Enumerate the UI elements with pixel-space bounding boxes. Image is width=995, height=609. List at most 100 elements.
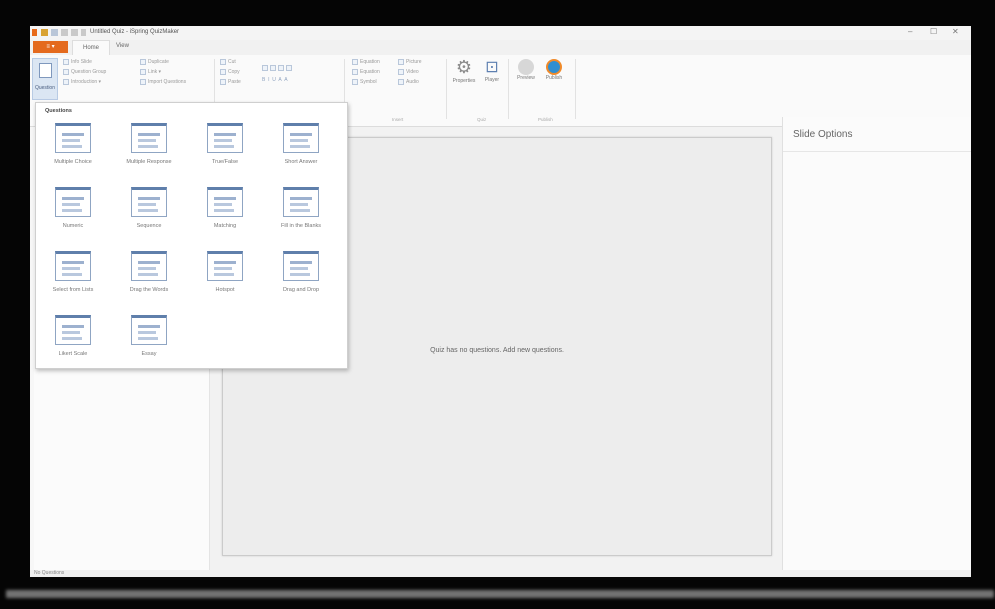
slide-options-title: Slide Options (793, 129, 853, 140)
fill-in-the-blanks-icon (283, 187, 319, 217)
close-button[interactable]: ✕ (952, 27, 959, 36)
gear-icon: ⚙ (455, 57, 473, 77)
link-icon (140, 69, 146, 75)
insert-picture-button[interactable]: Picture (398, 59, 422, 65)
equation-icon (352, 59, 358, 65)
drag-and-drop-icon (283, 251, 319, 281)
status-text: No Questions (34, 570, 65, 576)
hotspot-icon (207, 251, 243, 281)
redo-icon[interactable] (71, 29, 78, 36)
publish-button[interactable]: Publish (542, 59, 566, 81)
numeric-icon (55, 187, 91, 217)
question-type-fill-in-the-blanks[interactable]: Fill in the Blanks (271, 187, 331, 229)
ribbon-separator (508, 59, 509, 119)
group-label-publish: Publish (538, 117, 553, 122)
preview-icon (518, 59, 534, 75)
window-title: Untitled Quiz - iSpring QuizMaker (90, 29, 180, 35)
cut-button[interactable]: Cut (220, 59, 236, 65)
question-type-short-answer[interactable]: Short Answer (271, 123, 331, 165)
essay-icon (131, 315, 167, 345)
publish-globe-icon (546, 59, 562, 75)
import-icon (140, 79, 146, 85)
tab-view[interactable]: View (116, 43, 129, 49)
copy-button[interactable]: Copy (220, 69, 240, 75)
question-type-numeric[interactable]: Numeric (43, 187, 103, 229)
group-label-quiz: Quiz (477, 117, 487, 122)
questions-menu-title: Questions (45, 108, 72, 114)
question-type-drag-the-words[interactable]: Drag the Words (119, 251, 179, 293)
minimize-button[interactable]: – (908, 27, 912, 36)
font-format-buttons[interactable]: B I U A A (262, 77, 288, 83)
title-bar: Untitled Quiz - iSpring QuizMaker – ☐ ✕ (30, 26, 971, 40)
question-icon (39, 63, 52, 78)
video-icon (398, 69, 404, 75)
insert-video-button[interactable]: Video (398, 69, 419, 75)
preview-button[interactable]: Preview (514, 59, 538, 81)
maximize-button[interactable]: ☐ (930, 27, 937, 36)
import-questions-button[interactable]: Import Questions (140, 79, 186, 85)
question-type-multiple-response[interactable]: Multiple Response (119, 123, 179, 165)
insert-symbol-button[interactable]: Symbol (352, 79, 377, 85)
app-window: Untitled Quiz - iSpring QuizMaker – ☐ ✕ … (30, 26, 971, 577)
cut-icon (220, 59, 226, 65)
customize-toolbar-icon[interactable] (81, 29, 86, 36)
question-button-label: Question (34, 85, 55, 91)
player-button[interactable]: ⊡ Player (480, 57, 504, 83)
info-slide-icon (63, 59, 69, 65)
introduction-button[interactable]: Introduction ▾ (63, 79, 101, 85)
question-type-true-false[interactable]: True/False (195, 123, 255, 165)
question-type-select-from-lists[interactable]: Select from Lists (43, 251, 103, 293)
file-tab[interactable]: ≡ ▾ (33, 41, 68, 53)
short-answer-icon (283, 123, 319, 153)
divider (783, 151, 971, 152)
open-icon[interactable] (41, 29, 48, 36)
insert-equation-button[interactable]: Equation (352, 59, 380, 65)
player-icon: ⊡ (485, 59, 499, 76)
likert-scale-icon (55, 315, 91, 345)
app-logo-icon (32, 29, 37, 36)
questions-dropdown: Questions Multiple Choice Multiple Respo… (35, 102, 348, 369)
question-type-essay[interactable]: Essay (119, 315, 179, 357)
audio-icon (398, 79, 404, 85)
paste-icon (220, 79, 226, 85)
tab-home[interactable]: Home (72, 40, 110, 55)
slide-options-panel: Slide Options (782, 117, 971, 570)
matching-icon (207, 187, 243, 217)
undo-icon[interactable] (61, 29, 68, 36)
insert-audio-button[interactable]: Audio (398, 79, 419, 85)
info-slide-button[interactable]: Info Slide (63, 59, 92, 65)
sequence-icon (131, 187, 167, 217)
picture-icon (398, 59, 404, 65)
select-from-lists-icon (55, 251, 91, 281)
true-false-icon (207, 123, 243, 153)
save-icon[interactable] (51, 29, 58, 36)
duplicate-button[interactable]: Duplicate (140, 59, 169, 65)
ribbon-tabs: ≡ ▾ Home View (30, 40, 971, 55)
question-button[interactable]: Question (32, 58, 58, 100)
paste-button[interactable]: Paste (220, 79, 241, 85)
question-type-matching[interactable]: Matching (195, 187, 255, 229)
duplicate-icon (140, 59, 146, 65)
question-type-multiple-choice[interactable]: Multiple Choice (43, 123, 103, 165)
question-type-likert-scale[interactable]: Likert Scale (43, 315, 103, 357)
question-group-icon (63, 69, 69, 75)
ribbon-separator (446, 59, 447, 119)
properties-button[interactable]: ⚙ Properties (452, 57, 476, 84)
alignment-buttons[interactable] (262, 65, 292, 71)
symbol-icon (352, 79, 358, 85)
multiple-choice-icon (55, 123, 91, 153)
group-label-insert: Insert (392, 117, 404, 122)
introduction-icon (63, 79, 69, 85)
question-group-button[interactable]: Question Group (63, 69, 106, 75)
equation-icon (352, 69, 358, 75)
link-button[interactable]: Link ▾ (140, 69, 161, 75)
question-type-sequence[interactable]: Sequence (119, 187, 179, 229)
copy-icon (220, 69, 226, 75)
question-type-hotspot[interactable]: Hotspot (195, 251, 255, 293)
ribbon-separator (575, 59, 576, 119)
drag-the-words-icon (131, 251, 167, 281)
insert-equation2-button[interactable]: Equation (352, 69, 380, 75)
status-bar: No Questions (30, 570, 971, 577)
question-type-drag-and-drop[interactable]: Drag and Drop (271, 251, 331, 293)
frame-shadow (6, 590, 994, 598)
